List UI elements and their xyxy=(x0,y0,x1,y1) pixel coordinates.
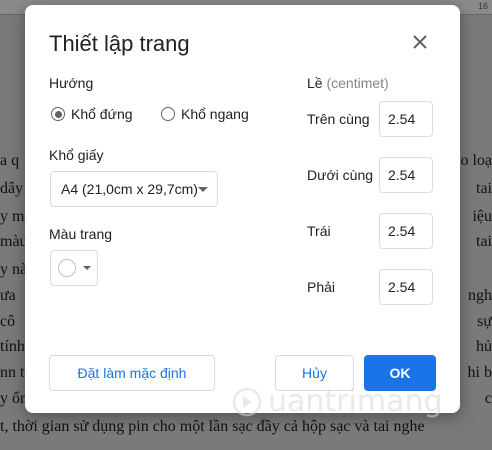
set-default-button[interactable]: Đặt làm mặc định xyxy=(49,355,215,391)
dropdown-arrow-icon xyxy=(198,187,208,192)
radio-unchecked-icon xyxy=(161,107,175,121)
radio-checked-icon xyxy=(51,107,65,121)
margin-top-input[interactable] xyxy=(379,101,433,137)
margin-right-input[interactable] xyxy=(379,269,433,305)
ruler-number: 16 xyxy=(477,1,488,11)
portrait-label: Khổ đứng xyxy=(71,106,133,122)
margins-unit: (centimet) xyxy=(326,75,389,91)
page-color-label: Màu trang xyxy=(49,226,113,242)
doc-line: t, thời gian sử dụng pin cho một lần sạc… xyxy=(0,418,425,435)
dialog-title: Thiết lập trang xyxy=(49,31,190,56)
margin-left-label: Trái xyxy=(307,223,331,239)
paper-size-select[interactable]: A4 (21,0cm x 29,7cm) xyxy=(50,171,218,207)
page-color-select[interactable] xyxy=(50,250,98,286)
margin-bottom-input[interactable] xyxy=(379,157,433,193)
margin-left-input[interactable] xyxy=(379,213,433,249)
watermark: uantrimang xyxy=(232,384,443,419)
page-setup-dialog: Thiết lập trang Hướng Khổ đứng Khổ ngang… xyxy=(25,5,460,413)
close-button[interactable] xyxy=(409,31,431,53)
paper-size-value: A4 (21,0cm x 29,7cm) xyxy=(61,181,198,197)
color-swatch xyxy=(58,259,76,277)
landscape-radio[interactable]: Khổ ngang xyxy=(161,106,249,122)
paper-size-label: Khổ giấy xyxy=(49,147,104,163)
close-icon xyxy=(413,35,427,49)
margin-right-label: Phải xyxy=(307,279,336,295)
quantrimang-logo-icon xyxy=(232,387,262,416)
dropdown-arrow-icon xyxy=(83,266,91,270)
margin-top-label: Trên cùng xyxy=(307,111,370,127)
margin-bottom-label: Dưới cùng xyxy=(307,167,374,183)
watermark-text: uantrimang xyxy=(268,384,443,419)
orientation-label: Hướng xyxy=(49,75,94,91)
margins-title: Lề xyxy=(307,75,323,91)
landscape-label: Khổ ngang xyxy=(181,106,249,122)
margins-label: Lề (centimet) xyxy=(307,75,389,91)
portrait-radio[interactable]: Khổ đứng xyxy=(51,106,133,122)
